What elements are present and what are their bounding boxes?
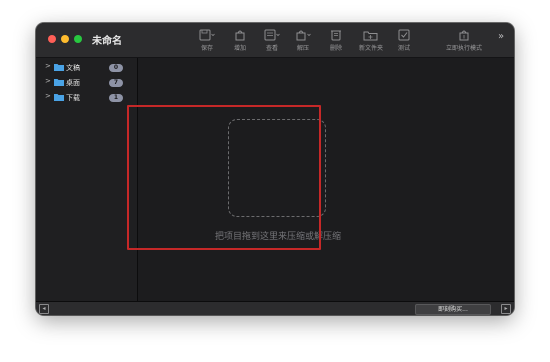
new-folder-label: 新文件夹: [358, 45, 383, 52]
window-title: 未命名: [92, 36, 122, 47]
folder-icon: [54, 64, 64, 71]
status-bar: ◂ 即刻购买... ▸: [36, 301, 514, 315]
buy-now-button[interactable]: 即刻购买...: [415, 304, 491, 315]
double-chevron-icon[interactable]: »: [498, 32, 504, 42]
zoom-window-button[interactable]: [74, 35, 82, 43]
new-folder-icon: [363, 31, 378, 41]
save-button[interactable]: 保存: [196, 27, 218, 55]
sidebar-item-desktop[interactable]: > 桌面 7: [36, 76, 137, 90]
execute-mode-label: 立即执行模式: [445, 45, 482, 52]
close-window-button[interactable]: [48, 35, 56, 43]
expand-left-button[interactable]: ◂: [39, 304, 49, 314]
count-badge: 1: [109, 94, 123, 102]
view-icon: [264, 29, 280, 41]
count-badge: 7: [109, 79, 123, 87]
trash-icon: [331, 30, 341, 41]
view-label: 查看: [265, 45, 278, 52]
title-bar: 未命名 保存 增加 查看 解压 删除 新文件夹 测试 立即执行模式 »: [36, 23, 514, 58]
extract-button[interactable]: 解压: [292, 27, 314, 55]
count-badge: 0: [109, 64, 123, 72]
add-label: 增加: [233, 45, 246, 52]
app-window: 未命名 保存 增加 查看 解压 删除 新文件夹 测试 立即执行模式 » > 文稿…: [36, 23, 514, 315]
view-button[interactable]: 查看: [261, 27, 283, 55]
test-icon: [398, 29, 410, 41]
disclosure-arrow-icon[interactable]: >: [45, 77, 51, 85]
add-icon: [235, 30, 245, 41]
add-button[interactable]: 增加: [229, 27, 251, 55]
folder-icon: [54, 79, 64, 86]
execute-mode-icon: [459, 30, 469, 41]
extract-label: 解压: [296, 45, 309, 52]
sidebar-item-label: 桌面: [66, 79, 80, 87]
delete-label: 删除: [329, 45, 342, 52]
sidebar-item-label: 文稿: [66, 64, 80, 72]
sidebar-item-label: 下载: [66, 94, 80, 102]
disclosure-arrow-icon[interactable]: >: [45, 62, 51, 70]
execute-mode-button[interactable]: 立即执行模式: [441, 27, 487, 55]
sidebar: > 文稿 0 > 桌面 7 > 下载 1: [36, 58, 138, 301]
expand-right-button[interactable]: ▸: [501, 304, 511, 314]
highlight-annotation: [127, 105, 321, 250]
disclosure-arrow-icon[interactable]: >: [45, 92, 51, 100]
folder-icon: [54, 94, 64, 101]
test-button[interactable]: 测试: [393, 27, 415, 55]
minimize-window-button[interactable]: [61, 35, 69, 43]
delete-button[interactable]: 删除: [325, 27, 347, 55]
extract-icon: [296, 30, 311, 41]
test-label: 测试: [397, 45, 410, 52]
save-label: 保存: [200, 45, 213, 52]
save-icon: [199, 29, 215, 41]
new-folder-button[interactable]: 新文件夹: [354, 27, 388, 55]
sidebar-item-documents[interactable]: > 文稿 0: [36, 61, 137, 75]
sidebar-item-downloads[interactable]: > 下载 1: [36, 91, 137, 105]
